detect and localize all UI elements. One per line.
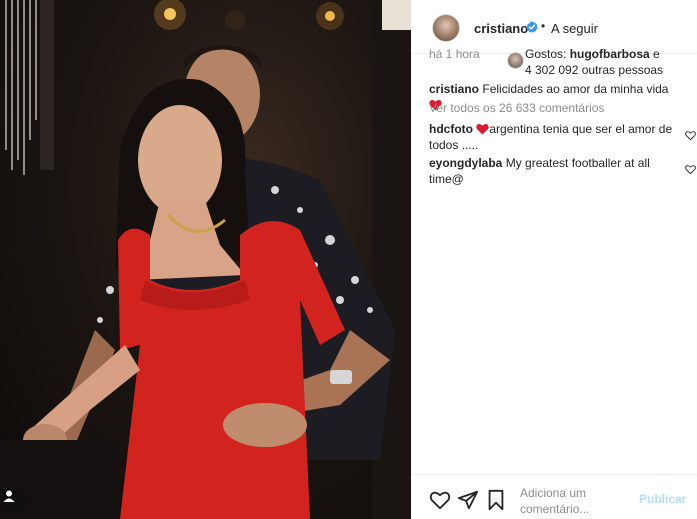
- liker-username[interactable]: hugofbarbosa: [570, 47, 650, 61]
- verified-badge-icon: [526, 21, 538, 33]
- publish-button[interactable]: Publicar: [639, 492, 686, 506]
- author-avatar[interactable]: [432, 14, 460, 42]
- likes-prefix: Gostos:: [525, 47, 570, 61]
- view-all-comments-link[interactable]: Ver todos os 26 633 comentários: [429, 101, 604, 115]
- comment-like-heart-icon[interactable]: [685, 164, 696, 175]
- add-comment-input[interactable]: Adiciona um comentário...: [520, 485, 610, 517]
- caption-text: Felicidades ao amor da minha vida: [482, 82, 669, 96]
- share-icon[interactable]: [457, 489, 479, 511]
- caption-username[interactable]: cristiano: [429, 82, 479, 96]
- red-heart-emoji-icon: [476, 123, 489, 135]
- comment-item: hdcfoto argentina tenia que ser el amor …: [429, 121, 684, 153]
- post-photo[interactable]: [0, 0, 411, 519]
- author-username[interactable]: cristiano: [474, 21, 528, 36]
- follow-status-button[interactable]: A seguir: [551, 21, 598, 36]
- user-tag-icon[interactable]: [2, 489, 26, 513]
- post-header: cristiano • A seguir: [411, 0, 697, 54]
- likes-connector: e: [649, 47, 660, 61]
- post-action-bar: Adiciona um comentário... Publicar: [411, 474, 697, 519]
- comment-like-heart-icon[interactable]: [685, 130, 696, 141]
- bookmark-icon[interactable]: [485, 489, 507, 511]
- liker-avatar[interactable]: [507, 52, 524, 69]
- comment-username[interactable]: eyongdylaba: [429, 156, 502, 170]
- likes-others[interactable]: 4 302 092 outras pessoas: [525, 63, 663, 77]
- header-separator: •: [541, 19, 546, 33]
- post-details-panel: cristiano • A seguir há 1 hora Gostos: h…: [411, 0, 697, 519]
- heart-icon[interactable]: [429, 489, 451, 511]
- comment-item: eyongdylaba My greatest footballer at al…: [429, 155, 684, 187]
- comment-username[interactable]: hdcfoto: [429, 122, 473, 136]
- post-time[interactable]: há 1 hora: [429, 47, 480, 61]
- photo-illustration: [0, 0, 411, 519]
- likes-others-count[interactable]: 4 302 092 outras pessoas: [525, 63, 663, 77]
- likes-summary[interactable]: Gostos: hugofbarbosa e: [525, 47, 660, 61]
